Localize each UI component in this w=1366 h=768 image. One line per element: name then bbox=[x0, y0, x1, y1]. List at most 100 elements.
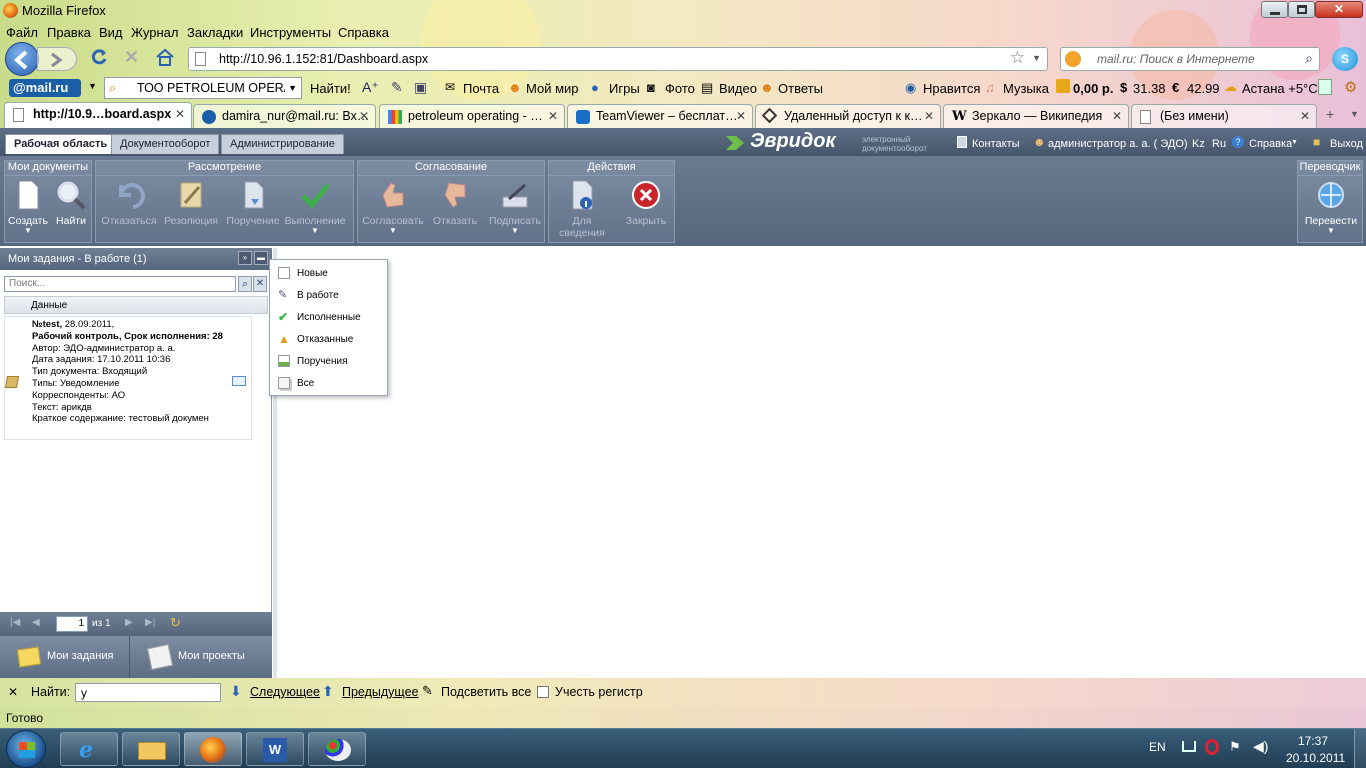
screenshot-icon[interactable]: ▣ bbox=[414, 79, 427, 96]
eur-rate[interactable]: 42.99 bbox=[1187, 81, 1220, 96]
next-page-icon[interactable]: ▶ bbox=[125, 617, 133, 628]
expand-icon[interactable]: » bbox=[238, 251, 252, 265]
skype-icon[interactable]: S bbox=[1332, 47, 1358, 71]
new-tab-icon[interactable]: + bbox=[1326, 106, 1334, 122]
menu-edit[interactable]: Правка bbox=[47, 25, 91, 40]
match-case-checkbox[interactable] bbox=[537, 686, 549, 698]
menu-bookmarks[interactable]: Закладки bbox=[187, 25, 243, 40]
last-page-icon[interactable]: ▶| bbox=[145, 617, 155, 628]
close-doc-button[interactable]: Закрыть bbox=[615, 179, 677, 241]
firefox-taskbar-button[interactable] bbox=[184, 732, 242, 766]
mailru-logo[interactable]: @mail.ru bbox=[9, 79, 81, 97]
toolbar-extra-icon[interactable] bbox=[1318, 79, 1332, 95]
first-page-icon[interactable]: |◀ bbox=[10, 617, 20, 628]
contacts-link[interactable]: Контакты bbox=[972, 138, 1020, 150]
lang-ru[interactable]: Ru bbox=[1212, 138, 1226, 150]
mailru-photo-link[interactable]: Фото bbox=[665, 81, 695, 96]
task-card[interactable]: №test, 28.09.2011, Рабочий контроль, Сро… bbox=[4, 316, 252, 440]
filter-rejected[interactable]: ▲ Отказанные bbox=[270, 328, 387, 350]
data-column-header[interactable]: Данные bbox=[4, 296, 268, 314]
mailru-games-link[interactable]: Игры bbox=[609, 81, 640, 96]
clock-time[interactable]: 17:37 bbox=[1298, 734, 1328, 748]
pencil-icon[interactable]: ✎ bbox=[391, 79, 403, 96]
home-icon[interactable] bbox=[155, 48, 175, 66]
find-next-button[interactable]: Следующее bbox=[250, 685, 320, 699]
web-search-box[interactable]: mail.ru: Поиск в Интернете ⌕ bbox=[1060, 47, 1320, 71]
resolution-button[interactable]: Резолюция bbox=[160, 179, 222, 241]
usd-rate[interactable]: 31.38 bbox=[1133, 81, 1166, 96]
back-button[interactable] bbox=[5, 42, 39, 76]
close-window-button[interactable]: ✕ bbox=[1315, 1, 1363, 18]
search-engine-icon[interactable] bbox=[1065, 51, 1081, 67]
action-center-icon[interactable]: ⚑ bbox=[1229, 739, 1241, 755]
find-button[interactable]: Найти bbox=[49, 179, 93, 241]
complete-button[interactable]: Выполнение ▼ bbox=[284, 179, 346, 241]
menu-view[interactable]: Вид bbox=[99, 25, 123, 40]
find-input[interactable]: у bbox=[75, 683, 221, 702]
exit-link[interactable]: Выход bbox=[1330, 138, 1363, 150]
tab-list-icon[interactable]: ▼ bbox=[1350, 109, 1359, 119]
mailru-video-link[interactable]: Видео bbox=[719, 81, 757, 96]
paint-taskbar-button[interactable] bbox=[308, 732, 366, 766]
language-indicator[interactable]: EN bbox=[1149, 740, 1166, 754]
close-tab-icon[interactable]: ✕ bbox=[736, 109, 746, 123]
close-tab-icon[interactable]: ✕ bbox=[1300, 109, 1310, 123]
maximize-button[interactable] bbox=[1288, 1, 1315, 18]
tab-wikipedia[interactable]: W Зеркало — Википедия ✕ bbox=[943, 104, 1129, 128]
mailru-menu-arrow[interactable]: ▼ bbox=[88, 81, 97, 91]
filter-assignments[interactable]: Поручения bbox=[270, 350, 387, 372]
translate-button[interactable]: Перевести ▼ bbox=[1300, 179, 1362, 241]
create-button[interactable]: Создать ▼ bbox=[5, 179, 51, 241]
help-dropdown-icon[interactable]: ▼ bbox=[1291, 139, 1298, 146]
explorer-taskbar-button[interactable] bbox=[122, 732, 180, 766]
close-findbar-icon[interactable]: ✕ bbox=[8, 685, 18, 699]
minimize-button[interactable] bbox=[1261, 1, 1288, 18]
forward-button[interactable] bbox=[37, 47, 77, 71]
reject-button[interactable]: Отказать bbox=[424, 179, 486, 241]
filter-all[interactable]: Все bbox=[270, 372, 387, 394]
tab-administration[interactable]: Администрирование bbox=[221, 134, 344, 154]
mailru-myworld-link[interactable]: Мой мир bbox=[526, 81, 579, 96]
tab-mailru[interactable]: damira_nur@mail.ru: Вх… ✕ bbox=[193, 104, 376, 128]
assignment-button[interactable]: Поручение bbox=[222, 179, 284, 241]
filter-completed[interactable]: ✔ Исполненные bbox=[270, 306, 387, 328]
tab-document-flow[interactable]: Документооборот bbox=[111, 134, 220, 154]
help-link[interactable]: Справка bbox=[1249, 138, 1292, 150]
tab-untitled[interactable]: (Без имени) ✕ bbox=[1131, 104, 1317, 128]
font-size-icon[interactable]: A⁺ bbox=[362, 79, 379, 96]
start-button[interactable] bbox=[6, 730, 46, 768]
network-icon[interactable] bbox=[1182, 741, 1196, 752]
filter-in-progress[interactable]: ✎ В работе bbox=[270, 284, 387, 306]
highlight-all-button[interactable]: Подсветить все bbox=[441, 685, 531, 699]
ie-taskbar-button[interactable]: e bbox=[60, 732, 118, 766]
menu-tools[interactable]: Инструменты bbox=[250, 25, 331, 40]
my-tasks-button[interactable]: Мои задания bbox=[0, 636, 130, 678]
mailru-search-dropdown-icon[interactable]: ▼ bbox=[288, 83, 297, 93]
volume-icon[interactable]: ◀) bbox=[1253, 738, 1268, 755]
url-dropdown-icon[interactable]: ▼ bbox=[1032, 53, 1041, 63]
clock-date[interactable]: 20.10.2011 bbox=[1286, 751, 1345, 765]
menu-help[interactable]: Справка bbox=[338, 25, 389, 40]
mailru-answers-link[interactable]: Ответы bbox=[778, 81, 823, 96]
close-tab-icon[interactable]: ✕ bbox=[924, 109, 934, 123]
mailru-mail-link[interactable]: Почта bbox=[463, 81, 499, 96]
close-tab-icon[interactable]: ✕ bbox=[548, 109, 558, 123]
sign-button[interactable]: Подписать ▼ bbox=[484, 179, 546, 241]
for-information-button[interactable]: Для сведения bbox=[551, 179, 613, 241]
tab-teamviewer[interactable]: TeamViewer – бесплат… ✕ bbox=[567, 104, 753, 128]
current-user[interactable]: администратор а. а. ( ЭДО) bbox=[1048, 138, 1188, 150]
clear-search-icon[interactable]: ✕ bbox=[253, 276, 267, 292]
show-desktop-button[interactable] bbox=[1354, 729, 1366, 768]
filter-menu-icon[interactable]: ▬ bbox=[254, 251, 268, 265]
mailru-like-link[interactable]: Нравится bbox=[923, 81, 980, 96]
approve-button[interactable]: Согласовать ▼ bbox=[362, 179, 424, 241]
reload-icon[interactable] bbox=[90, 48, 108, 66]
decline-button[interactable]: Отказаться bbox=[98, 179, 160, 241]
balance-value[interactable]: 0,00 р. bbox=[1073, 81, 1113, 96]
word-taskbar-button[interactable]: W bbox=[246, 732, 304, 766]
tasks-search-input[interactable]: Поиск... bbox=[4, 276, 236, 292]
mailru-find-button[interactable]: Найти! bbox=[310, 81, 351, 96]
bookmark-star-icon[interactable]: ☆ bbox=[1010, 48, 1025, 68]
page-input[interactable]: 1 bbox=[56, 616, 88, 632]
stop-icon[interactable]: ✕ bbox=[124, 48, 140, 66]
